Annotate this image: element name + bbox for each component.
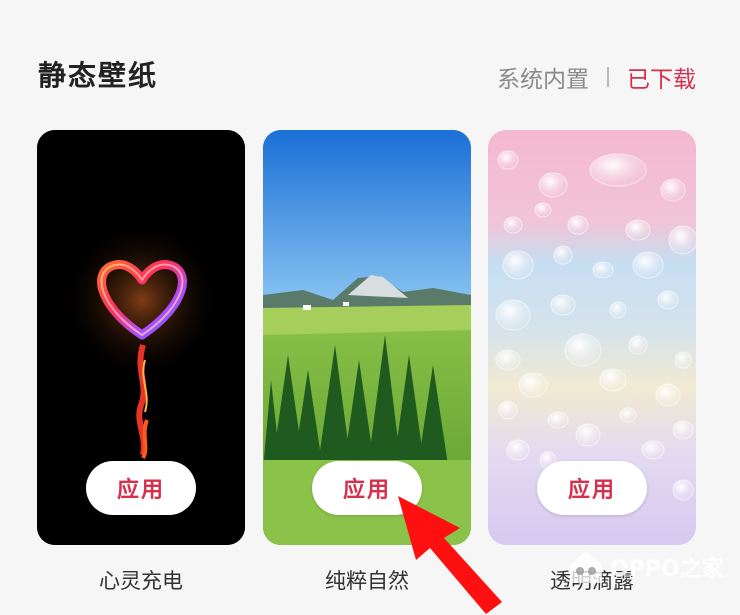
- page-title: 静态壁纸: [38, 59, 159, 92]
- wallpaper-source-tabs: 系统内置 已下载: [497, 60, 696, 94]
- wallpaper-name: 心灵充电: [99, 569, 183, 593]
- house-logo-icon: [570, 551, 602, 583]
- tab-downloaded[interactable]: 已下载: [627, 60, 696, 94]
- wallpaper-card-nature[interactable]: 应用: [263, 130, 471, 545]
- apply-button[interactable]: 应用: [537, 461, 647, 515]
- tab-system-builtin[interactable]: 系统内置: [497, 60, 589, 94]
- wallpaper-card-heart[interactable]: 应用: [37, 130, 245, 545]
- red-arrow-icon: [398, 496, 502, 614]
- apply-button[interactable]: 应用: [86, 461, 196, 515]
- watermark-text: OPPO之家: [610, 557, 724, 582]
- watermark: OPPO之家: [566, 547, 724, 587]
- tab-divider: [607, 67, 609, 87]
- wallpaper-card-droplets[interactable]: 应用: [488, 130, 696, 545]
